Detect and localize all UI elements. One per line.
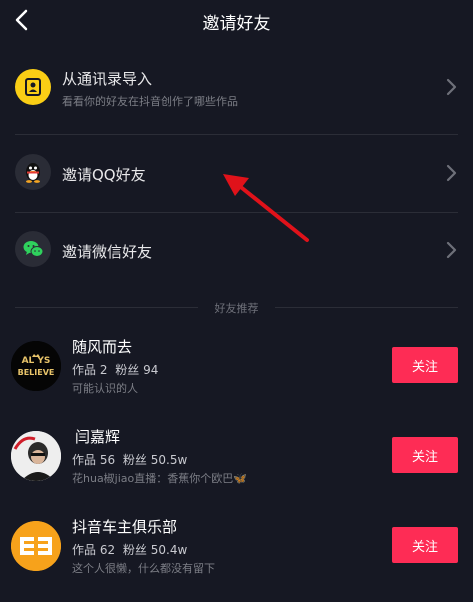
user-works: 作品 56 [72,453,116,467]
user-works: 作品 62 [72,543,116,557]
avatar[interactable] [11,521,61,571]
user-fans: 粉丝 94 [115,363,159,377]
follow-button[interactable]: 关注 [392,437,458,473]
top-bar: 邀请好友 [0,0,473,44]
user-fans: 粉丝 50.5w [122,453,188,467]
invite-wechat-item[interactable]: 邀请微信好友 [0,215,473,285]
user-name: 闫嘉辉 [75,428,121,446]
import-contacts-subtitle: 看看你的好友在抖音创作了哪些作品 [62,95,238,108]
page-title: 邀请好友 [202,14,271,34]
user-stats: 作品 56 粉丝 50.5w [72,451,187,468]
import-contacts-item[interactable]: 从通讯录导入 看看你的好友在抖音创作了哪些作品 [0,52,473,122]
follow-button[interactable]: 关注 [392,347,458,383]
invite-wechat-label: 邀请微信好友 [62,243,153,261]
avatar[interactable] [11,431,61,481]
invite-qq-label: 邀请QQ好友 [62,166,146,184]
user-stats: 作品 2 粉丝 94 [72,361,158,378]
import-contacts-label: 从通讯录导入 [62,70,153,88]
user-name: 随风而去 [72,338,133,356]
qq-penguin-icon [15,154,51,190]
user-name: 抖音车主俱乐部 [72,518,178,536]
user-stats: 作品 62 粉丝 50.4w [72,541,187,558]
chevron-right-icon [446,241,457,259]
user-description: 花hua椒jiao直播：香蕉你个欧巴🦋 [72,472,247,485]
user-works: 作品 2 [72,363,108,377]
contacts-icon [15,69,51,105]
avatar-text-bottom: BELIEVE [18,368,55,377]
user-description: 这个人很懒，什么都没有留下 [72,562,215,575]
recommended-user[interactable]: 抖音车主俱乐部 作品 62 粉丝 50.4w 这个人很懒，什么都没有留下 关注 [0,506,473,586]
chevron-right-icon [446,164,457,182]
wechat-icon [15,231,51,267]
section-title: 好友推荐 [214,302,259,315]
user-fans: 粉丝 50.4w [122,543,188,557]
chevron-right-icon [446,78,457,96]
avatar-text-top: AL YS [22,356,51,366]
recommended-user[interactable]: 闫嘉辉 作品 56 粉丝 50.5w 花hua椒jiao直播：香蕉你个欧巴🦋 关… [0,416,473,496]
divider [15,134,458,135]
section-line-right [275,307,458,308]
follow-button[interactable]: 关注 [392,527,458,563]
recommended-user[interactable]: AL YS BELIEVE 随风而去 作品 2 粉丝 94 可能认识的人 关注 [0,326,473,406]
user-description: 可能认识的人 [72,382,138,395]
avatar[interactable]: AL YS BELIEVE [11,341,61,391]
